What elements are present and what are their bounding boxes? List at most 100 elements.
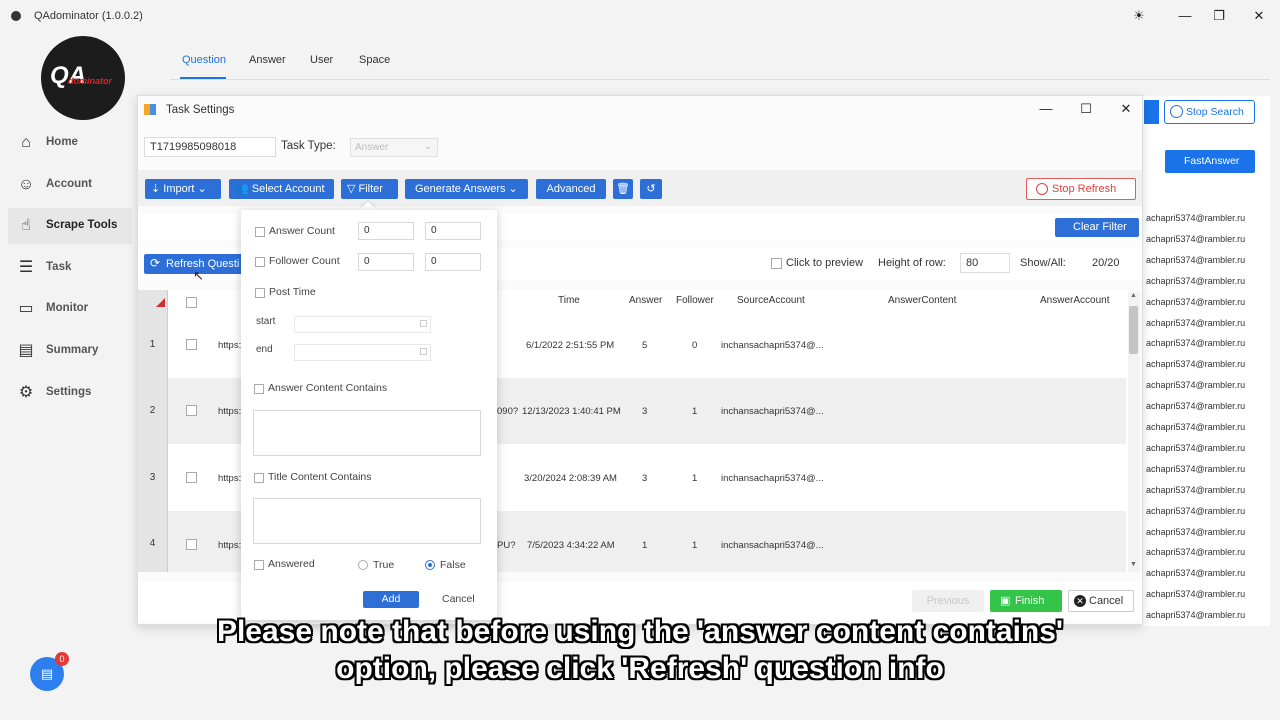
column-header-answer-content[interactable]: AnswerContent (888, 295, 956, 306)
title-content-contains-checkbox[interactable] (254, 473, 264, 483)
row-source-account: inchansachapri5374@... (721, 473, 824, 484)
row-url[interactable]: https:/ (218, 406, 244, 417)
save-icon: ▣ (1000, 595, 1011, 607)
row-number: 3 (138, 444, 168, 511)
end-label: end (256, 344, 273, 355)
filter-button[interactable]: ▽ Filter (341, 179, 398, 199)
import-button[interactable]: ⇣ Import ⌄ (145, 179, 221, 199)
end-date-picker[interactable] (294, 344, 431, 361)
row-checkbox[interactable] (186, 405, 197, 416)
answer-count-checkbox[interactable] (255, 227, 265, 237)
caption-line-1: Please note that before using the 'answe… (216, 615, 1064, 648)
task-id-field[interactable]: T1719985098018 (144, 137, 276, 157)
sidebar-item-account[interactable]: ☺ Account (8, 167, 132, 203)
previous-button[interactable]: Previous (912, 590, 984, 612)
dialog-minimize-button[interactable]: — (1033, 99, 1059, 119)
row-number: 4 (138, 511, 168, 572)
app-icon (11, 11, 21, 21)
account-email: achapri5374@rambler.ru (1146, 213, 1246, 223)
column-header-answer-account[interactable]: AnswerAccount (1040, 295, 1109, 306)
height-of-row-input[interactable]: 80 (960, 253, 1010, 273)
row-checkbox[interactable] (186, 339, 197, 350)
post-time-checkbox[interactable] (255, 288, 265, 298)
advanced-button[interactable]: Advanced (536, 179, 606, 199)
sidebar-item-settings[interactable]: ⚙ Settings (8, 375, 132, 411)
answer-count-max-input[interactable]: 0 (425, 222, 481, 240)
dialog-cancel-button[interactable]: ✕ Cancel (1068, 590, 1134, 612)
follower-count-min-input[interactable]: 0 (358, 253, 414, 271)
answer-content-contains-label: Answer Content Contains (268, 382, 388, 394)
button-label: Import (163, 183, 195, 195)
stop-refresh-button[interactable]: Stop Refresh (1026, 178, 1136, 200)
close-button[interactable]: ✕ (1246, 6, 1272, 26)
fast-answer-button[interactable]: FastAnswer (1165, 150, 1255, 173)
column-header-time[interactable]: Time (558, 295, 580, 306)
select-all-checkbox[interactable] (186, 297, 197, 308)
dialog-close-button[interactable]: ✕ (1113, 99, 1139, 119)
start-date-picker[interactable] (294, 316, 431, 333)
account-email: achapri5374@rambler.ru (1146, 505, 1246, 516)
trash-icon[interactable]: 🗑 (613, 179, 633, 199)
account-email: achapri5374@rambler.ru (1146, 568, 1246, 579)
column-header-source-account[interactable]: SourceAccount (737, 295, 805, 306)
sidebar-item-summary[interactable]: ▤ Summary (8, 333, 132, 369)
clear-filter-button[interactable]: Clear Filter (1055, 218, 1139, 237)
row-number: 1 (138, 312, 168, 378)
restore-button[interactable]: ❐ (1206, 6, 1232, 26)
sidebar-item-monitor[interactable]: ▭ Monitor (8, 291, 132, 327)
sidebar-item-task[interactable]: ☰ Task (8, 250, 132, 286)
row-checkbox[interactable] (186, 472, 197, 483)
tab-space[interactable]: Space (359, 54, 390, 66)
stop-search-button[interactable]: Stop Search (1164, 100, 1255, 124)
search-button-edge[interactable] (1144, 100, 1159, 124)
dialog-title: Task Settings (166, 104, 235, 116)
sidebar-item-home[interactable]: ⌂ Home (8, 125, 132, 161)
row-url[interactable]: https:/ (218, 473, 244, 484)
sidebar-item-scrape-tools[interactable]: ☝ Scrape Tools (8, 208, 132, 244)
filter-add-button[interactable]: Add (363, 591, 419, 608)
answered-checkbox[interactable] (254, 560, 264, 570)
tab-user[interactable]: User (310, 54, 333, 66)
task-type-select[interactable]: Answer ⌄ (350, 138, 438, 157)
button-label: Stop Search (1186, 106, 1244, 118)
column-header-follower[interactable]: Follower (676, 295, 714, 306)
account-email: achapri5374@rambler.ru (1146, 547, 1246, 558)
undo-icon[interactable]: ↺ (640, 179, 662, 199)
follower-count-checkbox[interactable] (255, 257, 265, 267)
scroll-up-icon[interactable]: ▲ (1130, 292, 1137, 299)
post-time-label: Post Time (269, 286, 316, 298)
minimize-button[interactable]: — (1172, 6, 1198, 26)
select-account-button[interactable]: 👥 Select Account (229, 179, 334, 199)
start-label: start (256, 316, 276, 327)
answer-count-min-input[interactable]: 0 (358, 222, 414, 240)
row-url[interactable]: https:/ (218, 340, 244, 351)
follower-count-max-input[interactable]: 0 (425, 253, 481, 271)
answered-true-radio[interactable] (358, 560, 368, 570)
column-header-answer[interactable]: Answer (629, 295, 662, 306)
answer-content-textarea[interactable] (253, 410, 481, 456)
tab-question[interactable]: Question (182, 54, 226, 66)
select-all-corner-icon[interactable] (156, 298, 165, 307)
generate-answers-button[interactable]: Generate Answers ⌄ (405, 179, 528, 199)
row-checkbox[interactable] (186, 539, 197, 550)
finish-button[interactable]: ▣ Finish (990, 590, 1062, 612)
button-label: Finish (1015, 595, 1045, 607)
tab-answer[interactable]: Answer (249, 54, 286, 66)
account-email: achapri5374@rambler.ru (1146, 380, 1246, 391)
dialog-app-icon (144, 104, 156, 115)
theme-toggle-icon[interactable]: ☀ (1126, 6, 1152, 26)
row-url[interactable]: https:/ (218, 540, 244, 551)
account-email: achapri5374@rambler.ru (1146, 338, 1246, 349)
answer-content-contains-checkbox[interactable] (254, 384, 264, 394)
row-answer: 1 (642, 540, 648, 551)
account-email: achapri5374@rambler.ru (1146, 484, 1246, 495)
filter-cancel-button[interactable]: Cancel (442, 593, 475, 605)
answered-false-radio[interactable] (425, 560, 435, 570)
title-content-textarea[interactable] (253, 498, 481, 544)
sidebar-item-label: Monitor (46, 302, 89, 314)
scroll-down-icon[interactable]: ▼ (1130, 561, 1137, 568)
sidebar-item-label: Account (46, 178, 92, 190)
dialog-maximize-button[interactable]: ☐ (1073, 99, 1099, 119)
click-to-preview-checkbox[interactable] (771, 258, 782, 269)
scrollbar-thumb[interactable] (1129, 306, 1138, 354)
